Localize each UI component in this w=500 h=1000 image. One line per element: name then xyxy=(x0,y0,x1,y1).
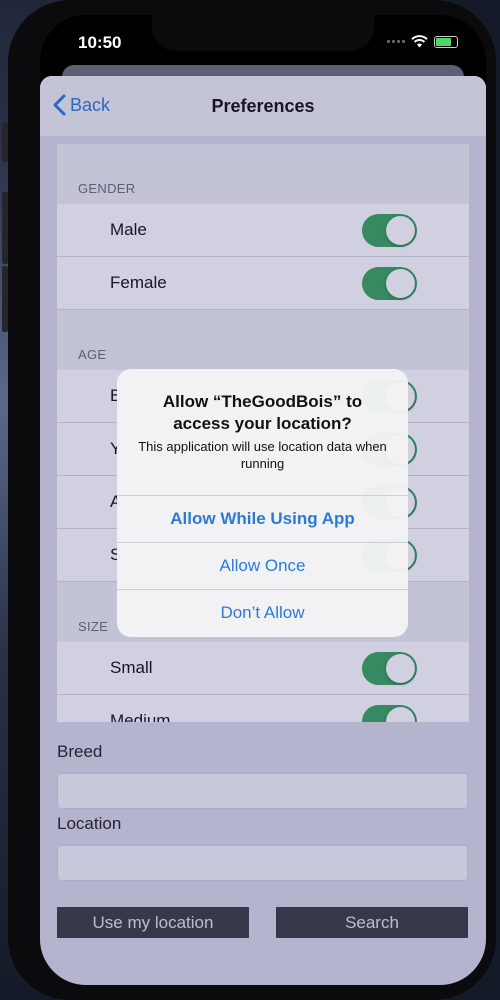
allow-once-button[interactable]: Allow Once xyxy=(117,542,408,589)
dont-allow-button[interactable]: Don’t Allow xyxy=(117,589,408,636)
navigation-bar: Back Preferences xyxy=(40,76,486,136)
alert-title: Allow “TheGoodBois” to access your locat… xyxy=(162,392,363,433)
page-title: Preferences xyxy=(211,95,315,116)
volume-down-button xyxy=(2,266,8,332)
medium-toggle[interactable] xyxy=(362,705,417,722)
section-header-gender: GENDER xyxy=(78,181,136,196)
mute-switch xyxy=(2,122,8,162)
status-icons xyxy=(387,35,458,48)
chevron-left-icon xyxy=(53,94,66,116)
notch xyxy=(152,15,374,51)
status-time: 10:50 xyxy=(78,33,122,52)
breed-label: Breed xyxy=(57,742,103,761)
small-toggle[interactable] xyxy=(362,652,417,685)
alert-message: This application will use location data … xyxy=(138,439,387,471)
breed-field[interactable] xyxy=(57,773,468,809)
list-item: Male xyxy=(57,204,469,257)
back-label: Back xyxy=(70,94,111,115)
alert-actions: Allow While Using App Allow Once Don’t A… xyxy=(117,495,408,636)
row-label: Male xyxy=(110,220,147,239)
row-label: Female xyxy=(110,273,167,292)
volume-up-button xyxy=(2,192,8,264)
wifi-icon xyxy=(411,35,428,48)
list-item: Medium xyxy=(57,695,469,722)
row-label: Small xyxy=(110,658,153,677)
cellular-signal-icon xyxy=(387,40,405,43)
location-label: Location xyxy=(57,814,122,833)
search-button[interactable]: Search xyxy=(276,907,468,938)
use-my-location-button[interactable]: Use my location xyxy=(57,907,249,938)
location-permission-alert: Allow “TheGoodBois” to access your locat… xyxy=(117,369,408,637)
male-toggle[interactable] xyxy=(362,214,417,247)
back-button[interactable]: Back xyxy=(52,94,110,116)
list-item: Small xyxy=(57,642,469,695)
phone-screen: 10:50 Back Preferences GENDER Male Femal… xyxy=(40,15,486,985)
battery-icon xyxy=(434,35,458,48)
list-item: Female xyxy=(57,257,469,310)
female-toggle[interactable] xyxy=(362,267,417,300)
section-header-age: AGE xyxy=(78,347,107,362)
allow-while-using-app-button[interactable]: Allow While Using App xyxy=(117,495,408,542)
row-label: Medium xyxy=(110,711,171,722)
location-field[interactable] xyxy=(57,845,468,881)
